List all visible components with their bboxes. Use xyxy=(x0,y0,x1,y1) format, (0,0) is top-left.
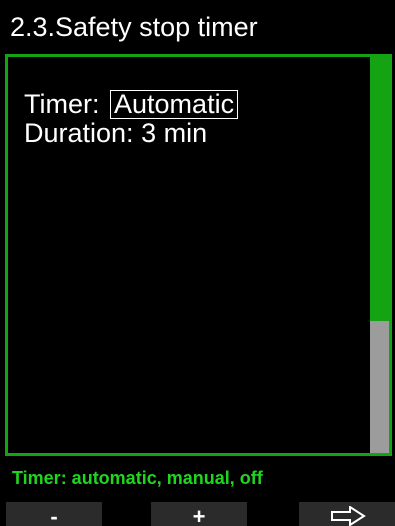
softkey-bar: - + xyxy=(0,502,395,526)
title-bar: 2.3.Safety stop timer xyxy=(0,0,395,54)
minus-label: - xyxy=(50,504,58,526)
duration-label: Duration: xyxy=(24,118,134,148)
plus-label: + xyxy=(192,504,206,526)
hint-text: Timer: automatic, manual, off xyxy=(12,468,263,488)
menu-item-timer[interactable]: Timer: Automatic xyxy=(24,89,239,119)
menu-item-duration[interactable]: Duration: 3 min xyxy=(24,119,238,148)
hint-bar: Timer: automatic, manual, off xyxy=(0,459,395,499)
plus-button[interactable]: + xyxy=(151,502,247,526)
minus-button[interactable]: - xyxy=(6,502,102,526)
timer-label: Timer: xyxy=(24,89,100,119)
page-title: 2.3.Safety stop timer xyxy=(10,12,258,42)
scrollbar-thumb[interactable] xyxy=(370,57,389,321)
right-arrow-outline-icon xyxy=(331,506,366,526)
menu-panel: Timer: Automatic Duration: 3 min xyxy=(5,54,392,456)
menu-list: Timer: Automatic Duration: 3 min xyxy=(24,89,239,148)
scrollbar[interactable] xyxy=(370,57,389,453)
duration-value: 3 min xyxy=(141,118,208,148)
timer-value[interactable]: Automatic xyxy=(110,90,239,119)
next-button[interactable] xyxy=(299,502,395,526)
